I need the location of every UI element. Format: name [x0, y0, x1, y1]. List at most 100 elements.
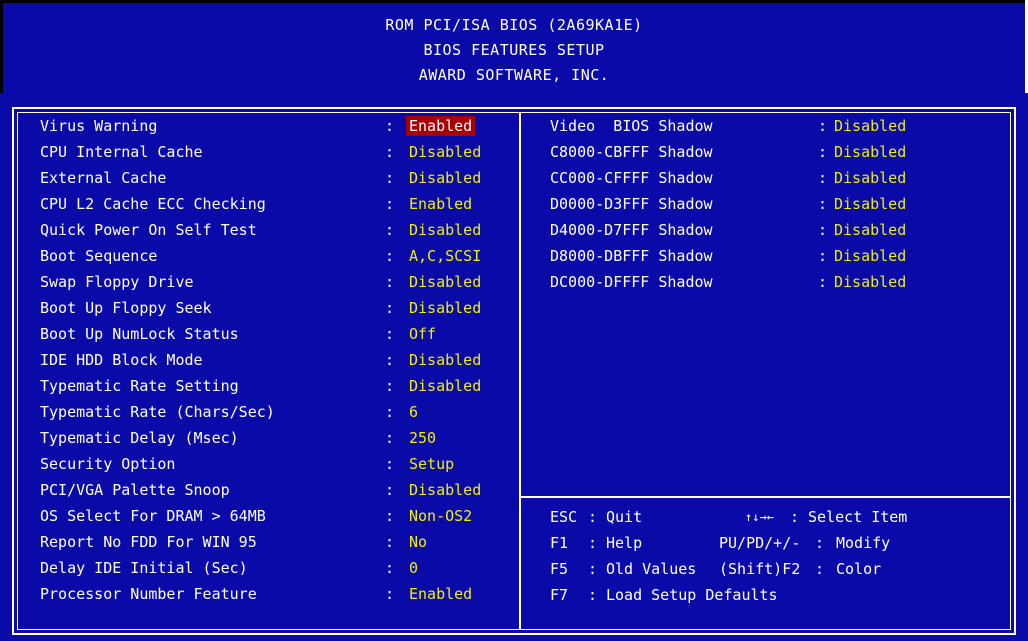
shadow-setting-row[interactable]: Video BIOS Shadow: Disabled	[0, 115, 1010, 137]
setting-value[interactable]: Disabled	[406, 479, 484, 501]
shadow-setting-colon: :	[818, 143, 828, 161]
help-divider	[521, 496, 1011, 498]
shadow-setting-row[interactable]: D0000-D3FFF Shadow: Disabled	[0, 193, 1010, 215]
setting-colon: :	[385, 403, 395, 421]
help-description-2: Color	[836, 560, 882, 578]
shadow-setting-value[interactable]: Disabled	[834, 115, 906, 137]
setting-row[interactable]: PCI/VGA Palette Snoop: Disabled	[0, 479, 520, 501]
shadow-setting-colon: :	[818, 273, 828, 291]
header-rom-title: ROM PCI/ISA BIOS (2A69KA1E)	[385, 16, 643, 34]
shadow-setting-colon: :	[818, 117, 828, 135]
help-separator: :	[588, 560, 598, 578]
setting-value[interactable]: Off	[406, 323, 439, 345]
shadow-setting-row[interactable]: C8000-CBFFF Shadow: Disabled	[0, 141, 1010, 163]
setting-label: Security Option	[40, 455, 176, 473]
shadow-setting-row[interactable]: D4000-D7FFF Shadow: Disabled	[0, 219, 1010, 241]
setting-row[interactable]: IDE HDD Block Mode: Disabled	[0, 349, 520, 371]
setting-row[interactable]: Typematic Delay (Msec):250	[0, 427, 520, 449]
setting-colon: :	[385, 559, 395, 577]
header-section-title: BIOS FEATURES SETUP	[423, 41, 605, 59]
setting-value[interactable]: Disabled	[406, 297, 484, 319]
help-description: Old Values	[606, 560, 697, 578]
help-description: Load Setup Defaults	[606, 586, 778, 604]
bios-header: ROM PCI/ISA BIOS (2A69KA1E) BIOS FEATURE…	[0, 0, 1025, 93]
setting-value[interactable]: No	[406, 531, 430, 553]
help-separator-2: :	[815, 534, 825, 552]
help-description-2: Select Item	[808, 508, 908, 526]
help-key: F5	[550, 560, 569, 578]
setting-label: Typematic Rate Setting	[40, 377, 239, 395]
header-vendor: AWARD SOFTWARE, INC.	[418, 66, 610, 84]
shadow-setting-value[interactable]: Disabled	[834, 193, 906, 215]
setting-colon: :	[385, 429, 395, 447]
setting-label: Processor Number Feature	[40, 585, 257, 603]
shadow-setting-label: CC000-CFFFF Shadow	[550, 169, 713, 187]
setting-value[interactable]: 6	[406, 401, 421, 423]
setting-value[interactable]: Enabled	[406, 583, 475, 605]
help-description-2: Modify	[836, 534, 891, 552]
shadow-setting-colon: :	[818, 247, 828, 265]
setting-colon: :	[385, 481, 395, 499]
help-separator: :	[588, 508, 598, 526]
shadow-setting-row[interactable]: CC000-CFFFF Shadow: Disabled	[0, 167, 1010, 189]
bios-screen: ROM PCI/ISA BIOS (2A69KA1E) BIOS FEATURE…	[0, 0, 1028, 641]
setting-colon: :	[385, 299, 395, 317]
shadow-setting-label: D8000-DBFFF Shadow	[550, 247, 713, 265]
setting-row[interactable]: OS Select For DRAM > 64MB: Non-OS2	[0, 505, 520, 527]
shadow-setting-colon: :	[818, 221, 828, 239]
setting-row[interactable]: Processor Number Feature: Enabled	[0, 583, 520, 605]
setting-value[interactable]: 250	[406, 427, 439, 449]
shadow-setting-row[interactable]: DC000-DFFFF Shadow: Disabled	[0, 271, 1010, 293]
shadow-setting-value[interactable]: Disabled	[834, 245, 906, 267]
shadow-setting-value[interactable]: Disabled	[834, 219, 906, 241]
setting-value[interactable]: Non-OS2	[406, 505, 475, 527]
help-key: F7	[550, 586, 569, 604]
setting-value[interactable]: 0	[406, 557, 421, 579]
setting-row[interactable]: Typematic Rate (Chars/Sec):6	[0, 401, 520, 423]
help-key: F1	[550, 534, 569, 552]
setting-label: Delay IDE Initial (Sec)	[40, 559, 248, 577]
shadow-setting-colon: :	[818, 195, 828, 213]
help-description: Help	[606, 534, 643, 552]
shadow-setting-label: DC000-DFFFF Shadow	[550, 273, 713, 291]
setting-label: PCI/VGA Palette Snoop	[40, 481, 230, 499]
setting-row[interactable]: Boot Up Floppy Seek: Disabled	[0, 297, 520, 319]
shadow-setting-label: D0000-D3FFF Shadow	[550, 195, 713, 213]
help-key-2: (Shift)F2	[719, 560, 801, 578]
setting-label: Report No FDD For WIN 95	[40, 533, 257, 551]
help-separator: :	[588, 586, 598, 604]
shadow-setting-value[interactable]: Disabled	[834, 141, 906, 163]
help-separator-2: :	[815, 560, 825, 578]
setting-colon: :	[385, 507, 395, 525]
setting-label: OS Select For DRAM > 64MB	[40, 507, 266, 525]
shadow-setting-row[interactable]: D8000-DBFFF Shadow: Disabled	[0, 245, 1010, 267]
setting-label: Boot Up Floppy Seek	[40, 299, 212, 317]
help-description: Quit	[606, 508, 643, 526]
help-separator: :	[588, 534, 598, 552]
setting-row[interactable]: Typematic Rate Setting: Disabled	[0, 375, 520, 397]
setting-value[interactable]: Setup	[406, 453, 457, 475]
setting-colon: :	[385, 455, 395, 473]
setting-label: Typematic Rate (Chars/Sec)	[40, 403, 275, 421]
setting-row[interactable]: Boot Up NumLock Status: Off	[0, 323, 520, 345]
setting-label: IDE HDD Block Mode	[40, 351, 203, 369]
setting-row[interactable]: Security Option: Setup	[0, 453, 520, 475]
shadow-setting-value[interactable]: Disabled	[834, 271, 906, 293]
setting-colon: :	[385, 585, 395, 603]
help-separator-2: :	[790, 508, 800, 526]
setting-label: Boot Up NumLock Status	[40, 325, 239, 343]
setting-value[interactable]: Disabled	[406, 349, 484, 371]
setting-colon: :	[385, 325, 395, 343]
shadow-setting-label: D4000-D7FFF Shadow	[550, 221, 713, 239]
setting-value[interactable]: Disabled	[406, 375, 484, 397]
shadow-setting-label: Video BIOS Shadow	[550, 117, 713, 135]
help-key-2: ↑↓→←	[745, 510, 774, 524]
setting-row[interactable]: Delay IDE Initial (Sec):0	[0, 557, 520, 579]
setting-colon: :	[385, 351, 395, 369]
setting-row[interactable]: Report No FDD For WIN 95: No	[0, 531, 520, 553]
help-key-2: PU/PD/+/-	[719, 534, 801, 552]
shadow-setting-label: C8000-CBFFF Shadow	[550, 143, 713, 161]
setting-colon: :	[385, 533, 395, 551]
shadow-setting-value[interactable]: Disabled	[834, 167, 906, 189]
setting-label: Typematic Delay (Msec)	[40, 429, 239, 447]
